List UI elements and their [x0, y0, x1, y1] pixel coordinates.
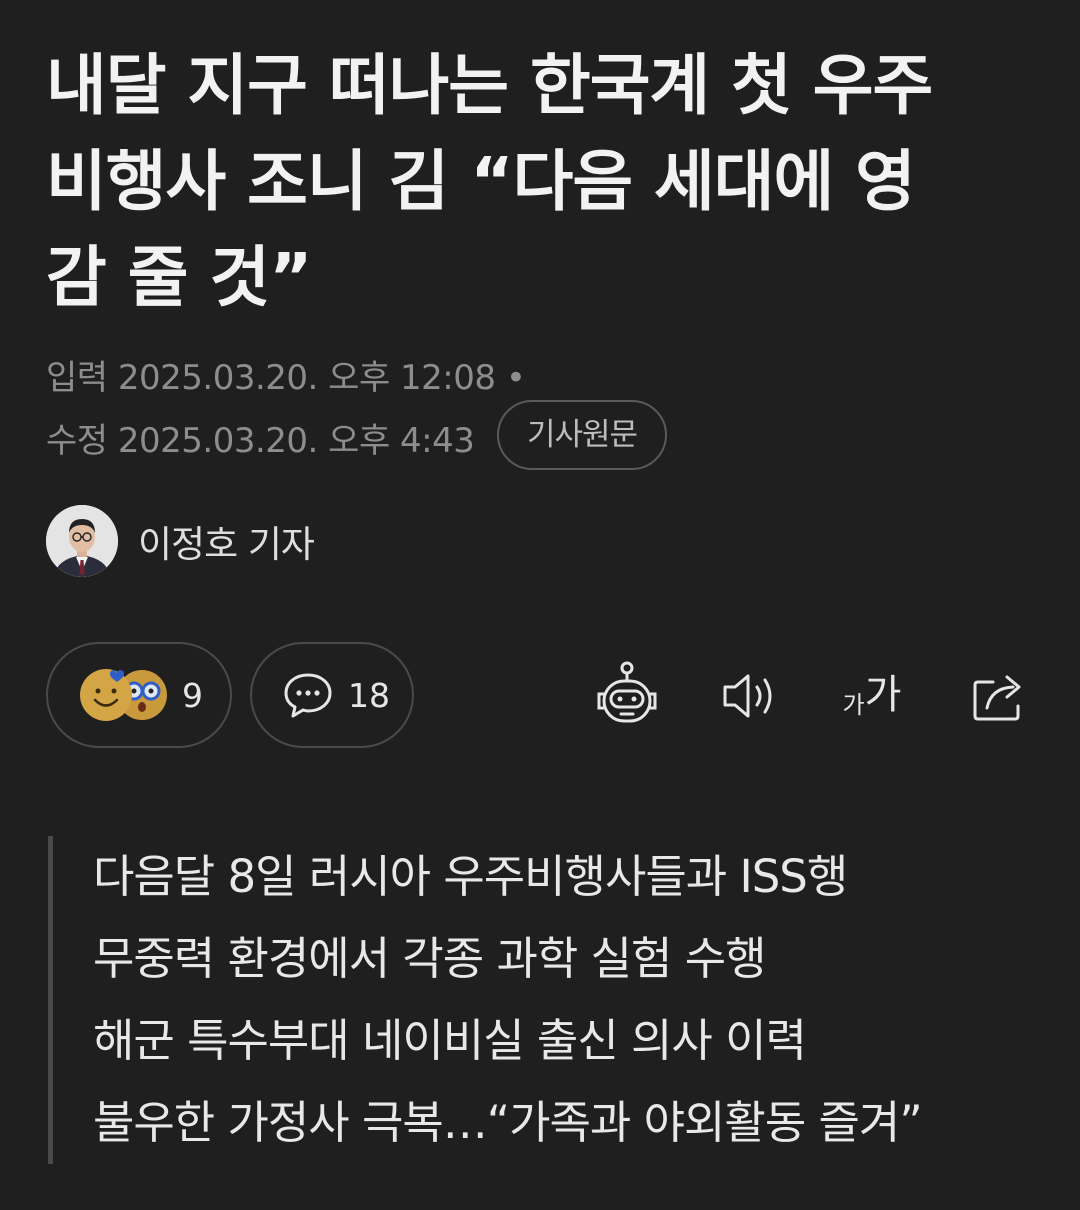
summary-item: 불우한 가정사 극복…“가족과 야외활동 즐겨” — [93, 1096, 923, 1149]
share-icon — [973, 675, 1021, 721]
author[interactable]: 이정호 기자 — [46, 505, 315, 577]
font-size-small-label: 가 — [842, 691, 865, 719]
summary-item: 무중력 환경에서 각종 과학 실험 수행 — [93, 932, 767, 985]
article-title-line-3: 감 줄 것” — [46, 239, 313, 316]
font-size-button[interactable]: 가 가 — [834, 658, 910, 734]
article-title: 내달 지구 떠나는 한국계 첫 우주 비행사 조니 김 “다음 세대에 영 감 … — [46, 38, 1046, 326]
article-title-line-1: 내달 지구 떠나는 한국계 첫 우주 — [46, 47, 933, 124]
reaction-emojis — [78, 667, 170, 723]
comment-icon — [284, 673, 332, 718]
article-summary: 다음달 8일 러시아 우주비행사들과 ISS행 무중력 환경에서 각종 과학 실… — [48, 836, 1038, 1164]
ai-summary-button[interactable] — [592, 658, 662, 734]
text-to-speech-button[interactable] — [718, 658, 782, 734]
summary-item: 해군 특수부대 네이비실 출신 의사 이력 — [93, 1014, 807, 1067]
comment-count: 18 — [348, 675, 390, 715]
modified-label: 수정 — [46, 421, 108, 461]
ai-robot-icon — [597, 661, 657, 723]
original-article-button[interactable]: 기사원문 — [497, 400, 667, 470]
share-button[interactable] — [964, 658, 1034, 734]
separator-dot: • — [505, 358, 526, 398]
published-datetime: 2025.03.20. 오후 12:08 — [117, 358, 496, 398]
speaker-icon — [723, 674, 772, 718]
reaction-count: 9 — [182, 675, 203, 715]
font-size-icon: 가 가 — [843, 662, 902, 720]
font-size-large-label: 가 — [864, 672, 902, 718]
reaction-button[interactable]: 9 — [46, 642, 232, 748]
author-name[interactable]: 이정호 기자 — [138, 514, 315, 568]
summary-item: 다음달 8일 러시아 우주비행사들과 ISS행 — [93, 850, 848, 903]
article-title-line-2: 비행사 조니 김 “다음 세대에 영 — [46, 143, 916, 220]
modified-date: 수정 2025.03.20. 오후 4:43 — [46, 413, 475, 462]
published-label: 입력 — [46, 358, 108, 398]
modified-datetime: 2025.03.20. 오후 4:43 — [117, 421, 475, 461]
comment-button[interactable]: 18 — [250, 642, 414, 748]
author-photo-icon — [46, 505, 118, 577]
author-avatar[interactable] — [46, 505, 118, 577]
smile-emoji-icon — [80, 669, 132, 721]
published-date: 입력 2025.03.20. 오후 12:08 • — [46, 350, 526, 399]
